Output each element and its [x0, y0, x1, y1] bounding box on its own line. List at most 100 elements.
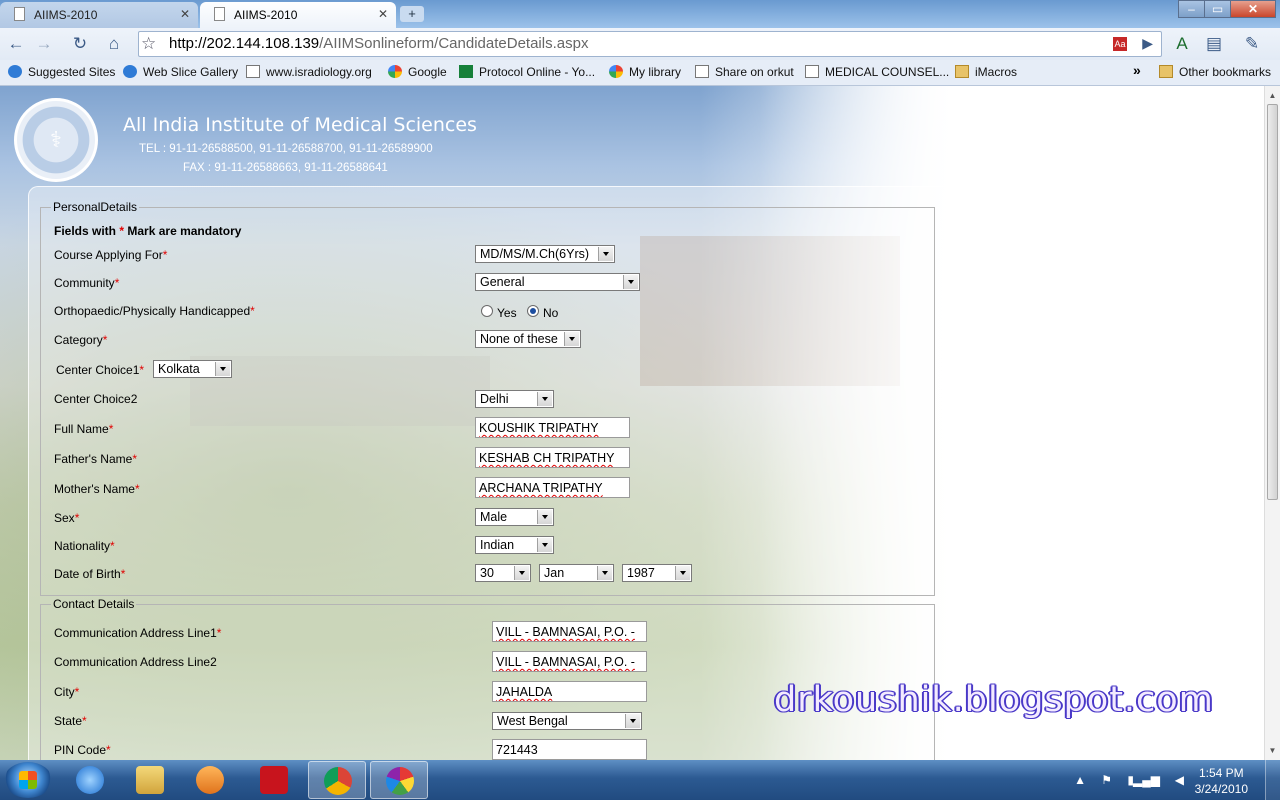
address-line2-input[interactable]: VILL - BAMNASAI, P.O. - — [492, 651, 647, 672]
institute-telephone: TEL : 91-11-26588500, 91-11-26588700, 91… — [139, 143, 433, 155]
taskbar-clock[interactable]: 1:54 PM 3/24/2010 — [1195, 765, 1248, 797]
adobe-reader-icon — [260, 766, 288, 794]
sex-select[interactable]: Male — [475, 508, 554, 526]
chrome-icon — [324, 767, 352, 795]
home-icon[interactable]: ⌂ — [104, 34, 124, 54]
reload-icon[interactable]: ↻ — [70, 34, 90, 54]
scroll-down-icon[interactable]: ▼ — [1265, 743, 1280, 758]
contact-details-fieldset: Contact Details — [40, 597, 935, 760]
center-choice1-select[interactable]: Kolkata — [153, 360, 232, 378]
chevron-down-icon — [537, 510, 552, 524]
picasa-icon — [386, 767, 414, 795]
taskbar-picasa[interactable] — [370, 761, 428, 799]
maximize-button[interactable]: ▭ — [1204, 0, 1231, 18]
bookmark-isradiology[interactable]: www.isradiology.org — [246, 65, 372, 79]
scrollbar-thumb[interactable] — [1267, 104, 1278, 500]
bookmark-share-on-orkut[interactable]: Share on orkut — [695, 65, 794, 79]
address-line2-label: Communication Address Line2 — [54, 655, 217, 669]
dob-year-select[interactable]: 1987 — [622, 564, 692, 582]
community-select[interactable]: General — [475, 273, 640, 291]
wrench-icon[interactable]: ✎ — [1242, 34, 1262, 54]
page-menu-icon[interactable]: ▤ — [1204, 34, 1224, 54]
course-label: Course Applying For* — [54, 248, 168, 262]
address-line1-input[interactable]: VILL - BAMNASAI, P.O. - — [492, 621, 647, 642]
taskbar-internet-explorer[interactable] — [61, 761, 119, 799]
page-icon — [246, 65, 260, 78]
more-bookmarks-chevron-icon[interactable]: » — [1133, 62, 1141, 78]
browser-tab-1[interactable]: AIIMS-2010 ✕ — [0, 2, 198, 28]
handicapped-label: Orthopaedic/Physically Handicapped* — [54, 304, 255, 318]
pdf-extension-icon[interactable]: Aa — [1113, 37, 1127, 51]
action-center-flag-icon[interactable]: ⚑ — [1101, 773, 1112, 787]
close-window-button[interactable]: ✕ — [1230, 0, 1276, 18]
taskbar-adobe-reader[interactable] — [245, 761, 303, 799]
new-tab-button[interactable]: + — [400, 6, 424, 22]
chevron-down-icon — [215, 362, 230, 376]
translate-icon[interactable]: A — [1172, 34, 1192, 54]
browser-tab-2-label: AIIMS-2010 — [234, 8, 298, 22]
bookmark-web-slice-gallery[interactable]: Web Slice Gallery — [123, 65, 238, 79]
chevron-down-icon — [623, 275, 638, 289]
go-icon[interactable]: ▶ — [1142, 35, 1153, 52]
start-button[interactable] — [4, 762, 52, 798]
browser-tab-2[interactable]: AIIMS-2010 ✕ — [200, 2, 396, 28]
handicapped-no-radio[interactable] — [527, 305, 539, 317]
bookmark-star-icon[interactable]: ☆ — [141, 34, 156, 54]
close-tab-icon[interactable]: ✕ — [180, 7, 190, 21]
network-signal-icon[interactable]: ▂▄▆ — [1133, 773, 1160, 787]
mandatory-note: Fields with * Mark are mandatory — [54, 224, 242, 238]
taskbar-chrome[interactable] — [308, 761, 366, 799]
ie-icon — [8, 65, 22, 78]
institute-fax: FAX : 91-11-26588663, 91-11-26588641 — [183, 162, 388, 174]
back-icon[interactable]: ← — [6, 34, 26, 54]
page-favicon-icon — [14, 7, 25, 21]
address-bar[interactable]: ☆ http://202.144.108.139/AIIMSonlineform… — [138, 31, 1162, 57]
other-bookmarks[interactable]: Other bookmarks — [1159, 65, 1271, 79]
nationality-select[interactable]: Indian — [475, 536, 554, 554]
bookmark-suggested-sites[interactable]: Suggested Sites — [8, 65, 115, 79]
state-select[interactable]: West Bengal — [492, 712, 642, 730]
city-label: City* — [54, 685, 80, 699]
center-choice2-select[interactable]: Delhi — [475, 390, 554, 408]
minimize-button[interactable]: ‒ — [1178, 0, 1205, 18]
mother-name-input[interactable]: ARCHANA TRIPATHY — [475, 477, 630, 498]
page-favicon-icon — [214, 7, 225, 21]
close-tab-icon[interactable]: ✕ — [378, 7, 388, 21]
course-select[interactable]: MD/MS/M.Ch(6Yrs) — [475, 245, 615, 263]
url-text[interactable]: http://202.144.108.139/AIIMSonlineform/C… — [169, 35, 588, 52]
full-name-input[interactable]: KOUSHIK TRIPATHY — [475, 417, 630, 438]
contact-details-legend: Contact Details — [53, 597, 135, 611]
bookmark-google[interactable]: Google — [388, 65, 447, 79]
father-name-input[interactable]: KESHAB CH TRIPATHY — [475, 447, 630, 468]
scroll-up-icon[interactable]: ▲ — [1265, 88, 1280, 103]
google-icon — [388, 65, 402, 78]
media-player-icon — [196, 766, 224, 794]
taskbar-windows-explorer[interactable] — [121, 761, 179, 799]
center-choice1-label: Center Choice1* — [56, 363, 145, 377]
category-select[interactable]: None of these — [475, 330, 581, 348]
dob-day-select[interactable]: 30 — [475, 564, 531, 582]
pin-code-input[interactable]: 721443 — [492, 739, 647, 760]
volume-icon[interactable]: ◀ — [1175, 773, 1184, 787]
dob-month-select[interactable]: Jan — [539, 564, 614, 582]
bookmark-my-library[interactable]: My library — [609, 65, 681, 79]
handicapped-yes-radio[interactable] — [481, 305, 493, 317]
mother-name-label: Mother's Name* — [54, 482, 140, 496]
bookmark-imacros[interactable]: iMacros — [955, 65, 1017, 79]
forward-icon[interactable]: → — [34, 34, 54, 54]
show-desktop-button[interactable] — [1265, 760, 1280, 800]
nationality-label: Nationality* — [54, 539, 115, 553]
chevron-down-icon — [537, 538, 552, 552]
blog-watermark: drkoushik.blogspot.com — [774, 680, 1214, 720]
city-input[interactable]: JAHALDA — [492, 681, 647, 702]
page-scrollbar[interactable]: ▲ ▼ — [1264, 86, 1280, 760]
bookmark-protocol-online[interactable]: Protocol Online - Yo... — [459, 65, 595, 79]
folder-icon — [955, 65, 969, 78]
browser-toolbar: ← → ↻ ⌂ ☆ http://202.144.108.139/AIIMSon… — [0, 28, 1280, 60]
bookmark-medical-counsel[interactable]: MEDICAL COUNSEL... — [805, 65, 949, 79]
dob-label: Date of Birth* — [54, 567, 126, 581]
chevron-down-icon — [564, 332, 579, 346]
show-hidden-icons-icon[interactable]: ▲ — [1074, 773, 1086, 787]
taskbar-media-player[interactable] — [181, 761, 239, 799]
community-label: Community* — [54, 276, 120, 290]
